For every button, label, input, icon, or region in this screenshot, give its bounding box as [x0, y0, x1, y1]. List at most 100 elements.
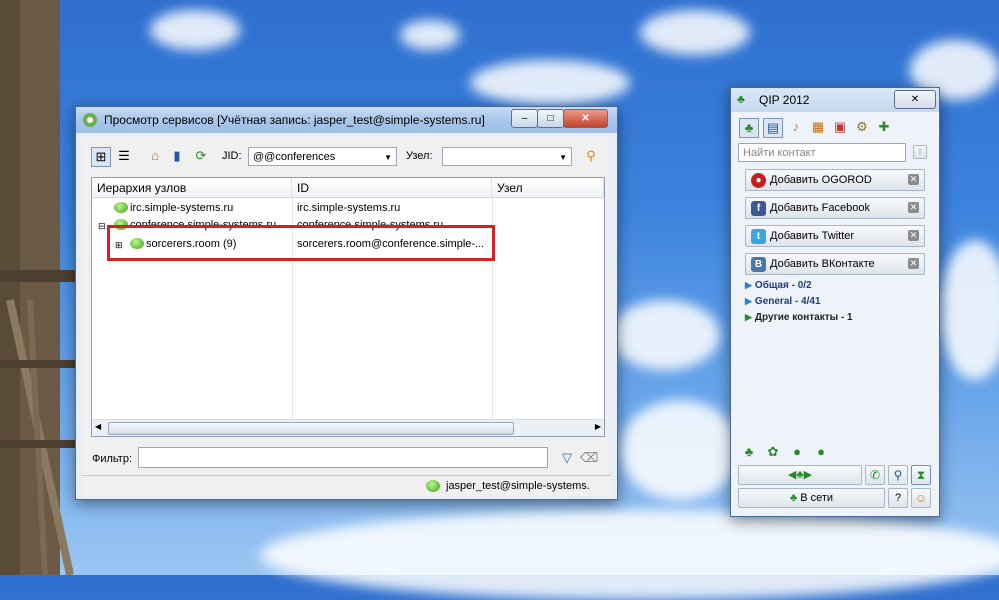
search-clear-button[interactable]: ⇧ [913, 145, 927, 159]
column-header-hierarchy[interactable]: Иерархия узлов [92, 178, 292, 198]
clear-filter-icon[interactable]: ⌫ [580, 449, 598, 467]
node-label: Узел: [406, 150, 433, 162]
filter-icon[interactable]: ▽ [558, 449, 576, 467]
services-client: ⊞ ☰ ⌂ ▮ ⟳ JID: @@conferences ▼ Узел: ▼ ⚲… [82, 137, 609, 492]
qip-title: QIP 2012 [759, 93, 810, 107]
maximize-button[interactable]: □ [537, 109, 564, 128]
vcard-icon[interactable]: ▦ [809, 118, 827, 136]
qip-toolbar: ♣ ▤ ♪ ▦ ▣ ⚙ ✚ [739, 118, 934, 138]
cloud [620, 400, 740, 500]
services-window: Просмотр сервисов [Учётная запись: jaspe… [75, 106, 618, 500]
online-status-label: В сети [800, 492, 834, 504]
dismiss-icon[interactable]: ✕ [908, 258, 919, 269]
ogorod-icon: ● [751, 173, 766, 188]
expand-arrow-icon: ▶ [745, 296, 752, 306]
phone-button[interactable]: ✆ [865, 465, 885, 485]
list-view-icon[interactable]: ☰ [115, 147, 133, 165]
search-contacts-button[interactable]: ⚲ [888, 465, 908, 485]
cloud [400, 20, 460, 50]
qip-close-button[interactable]: ✕ [894, 90, 936, 109]
add-button-label: Добавить ВКонтакте [770, 258, 875, 270]
column-header-node[interactable]: Узел [492, 178, 604, 198]
jid-label: JID: [222, 150, 242, 162]
expand-arrow-icon: ▶ [745, 312, 752, 322]
contact-group[interactable]: ▶ Общая - 0/2 [745, 280, 812, 291]
horizontal-scrollbar[interactable]: ◀ ▶ [92, 419, 604, 436]
nodes-table: Иерархия узлов ID Узел irc.simple-system… [91, 177, 605, 437]
help-button[interactable]: ? [888, 488, 908, 508]
filter-input[interactable] [138, 447, 548, 468]
chevron-down-icon: ▼ [559, 153, 567, 162]
add-button-label: Добавить OGOROD [770, 174, 872, 186]
add-facebook-button[interactable]: f Добавить Facebook ✕ [745, 197, 925, 219]
online-status-button[interactable]: ♣ В сети [738, 488, 885, 508]
dismiss-icon[interactable]: ✕ [908, 202, 919, 213]
calendar-icon[interactable]: ▣ [831, 118, 849, 136]
user-profile-button[interactable]: ☺ [911, 488, 931, 508]
services-app-icon [82, 112, 98, 128]
cloud [260, 510, 999, 600]
home-icon[interactable]: ⌂ [146, 147, 164, 165]
contact-group[interactable]: ▶ General - 4/41 [745, 296, 821, 307]
column-header-id[interactable]: ID [292, 178, 492, 198]
scrollbar-thumb[interactable] [108, 422, 514, 435]
jid-value: @@conferences [253, 151, 336, 163]
add-button-label: Добавить Twitter [770, 230, 855, 242]
plugins-icon[interactable]: ✚ [875, 118, 893, 136]
status-bar: jasper_test@simple-systems. [82, 475, 611, 496]
table-row[interactable]: irc.simple-systems.ru irc.simple-systems… [92, 200, 604, 217]
chevron-down-icon: ▼ [384, 153, 392, 162]
groups-icon[interactable]: ✿ [764, 443, 782, 461]
contact-search-input[interactable]: Найти контакт [738, 143, 906, 162]
conference-chat-icon[interactable]: ● [812, 443, 830, 461]
group-label: Другие контакты - 1 [754, 312, 853, 323]
add-ogorod-button[interactable]: ● Добавить OGOROD ✕ [745, 169, 925, 191]
group-label: General - 4/41 [754, 296, 821, 307]
bookmarks-icon[interactable]: ▮ [168, 147, 186, 165]
search-icon[interactable]: ⚲ [582, 147, 600, 165]
close-button[interactable]: ✕ [563, 109, 608, 128]
qip-bottom-icons: ♣ ✿ ● ● [740, 443, 840, 461]
add-contact-icon[interactable]: ♣ [740, 443, 758, 461]
minimize-button[interactable]: ‒ [511, 109, 538, 128]
add-twitter-button[interactable]: t Добавить Twitter ✕ [745, 225, 925, 247]
add-button-label: Добавить Facebook [770, 202, 870, 214]
group-label: Общая - 0/2 [754, 280, 812, 291]
sound-icon[interactable]: ♪ [787, 118, 805, 136]
facebook-icon: f [751, 201, 766, 216]
collapse-icon[interactable]: ⊟ [98, 218, 106, 235]
dismiss-icon[interactable]: ✕ [908, 230, 919, 241]
dismiss-icon[interactable]: ✕ [908, 174, 919, 185]
node-combobox[interactable]: ▼ [442, 147, 572, 166]
expand-arrow-icon: ▶ [745, 280, 752, 290]
node-name-cell: irc.simple-systems.ru [114, 200, 233, 217]
highlight-box [107, 225, 495, 261]
online-status-icon [426, 480, 440, 492]
history-icon[interactable]: ▤ [763, 118, 783, 138]
online-icon: ♣ [789, 492, 798, 504]
scroll-right-icon[interactable]: ▶ [595, 422, 601, 431]
add-vkontakte-button[interactable]: B Добавить ВКонтакте ✕ [745, 253, 925, 275]
tree-view-icon[interactable]: ⊞ [91, 147, 111, 167]
settings-icon[interactable]: ⚙ [853, 118, 871, 136]
timer-button[interactable]: ⧗ [911, 465, 931, 485]
contact-search-placeholder: Найти контакт [743, 147, 816, 159]
conference-icon [114, 201, 128, 213]
status-slider[interactable]: ◀♣▶ [738, 465, 862, 485]
cloud [940, 240, 999, 380]
node-name: irc.simple-systems.ru [130, 202, 234, 214]
jid-combobox[interactable]: @@conferences ▼ [248, 147, 397, 166]
chat-icon[interactable]: ● [788, 443, 806, 461]
windmill-image [0, 0, 75, 575]
contact-group[interactable]: ▶ Другие контакты - 1 [745, 312, 853, 323]
window-title: Просмотр сервисов [Учётная запись: jaspe… [104, 113, 485, 127]
contacts-icon[interactable]: ♣ [739, 118, 759, 138]
twitter-icon: t [751, 229, 766, 244]
cloud [610, 300, 720, 370]
status-account: jasper_test@simple-systems. [446, 480, 590, 492]
cloud [640, 10, 750, 55]
refresh-icon[interactable]: ⟳ [192, 147, 210, 165]
scroll-left-icon[interactable]: ◀ [95, 422, 101, 431]
cloud [150, 10, 240, 50]
vkontakte-icon: B [751, 257, 766, 272]
